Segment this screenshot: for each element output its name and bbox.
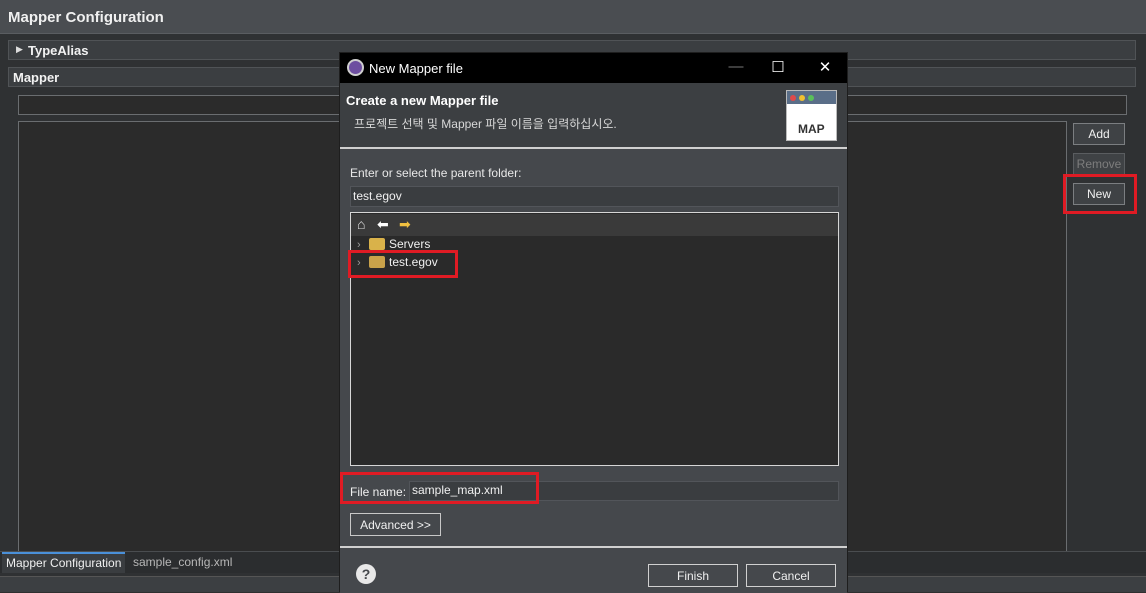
back-arrow-icon[interactable]: ⬅ xyxy=(377,216,389,233)
typealias-label: TypeAlias xyxy=(28,43,89,58)
dot-red xyxy=(790,95,796,101)
tree-item-label: Servers xyxy=(389,237,431,251)
dot-green xyxy=(808,95,814,101)
cancel-button[interactable]: Cancel xyxy=(746,564,836,587)
parent-folder-label: Enter or select the parent folder: xyxy=(350,166,522,180)
highlight-box xyxy=(340,472,539,504)
tree-toolbar: ⌂ ⬅ ➡ xyxy=(351,214,838,236)
tab-sample-config[interactable]: sample_config.xml xyxy=(133,555,232,569)
highlight-box xyxy=(348,250,458,278)
banner-description: 프로젝트 선택 및 Mapper 파일 이름을 입력하십시오. xyxy=(354,117,617,131)
banner-title: Create a new Mapper file xyxy=(346,93,499,108)
finish-button[interactable]: Finish xyxy=(648,564,738,587)
map-icon: MAP xyxy=(786,90,837,141)
home-icon[interactable]: ⌂ xyxy=(357,216,365,232)
map-icon-label: MAP xyxy=(798,122,825,136)
forward-arrow-icon[interactable]: ➡ xyxy=(399,216,411,233)
remove-button[interactable]: Remove xyxy=(1073,153,1125,175)
maximize-icon[interactable]: ☐ xyxy=(768,58,788,76)
gear-icon xyxy=(347,59,364,76)
highlight-box xyxy=(1063,174,1137,214)
map-icon-header xyxy=(787,91,836,104)
parent-folder-input[interactable]: test.egov xyxy=(350,186,839,207)
dialog-titlebar[interactable]: New Mapper file — ☐ ✕ xyxy=(340,53,847,83)
help-icon[interactable]: ? xyxy=(356,564,376,584)
add-button[interactable]: Add xyxy=(1073,123,1125,145)
folder-icon xyxy=(369,237,385,250)
dot-yellow xyxy=(799,95,805,101)
close-icon[interactable]: ✕ xyxy=(815,58,835,76)
dialog-footer: ? Finish Cancel xyxy=(340,546,847,593)
new-mapper-dialog: New Mapper file — ☐ ✕ Create a new Mappe… xyxy=(339,52,848,593)
page-title: Mapper Configuration xyxy=(8,9,164,26)
dialog-title: New Mapper file xyxy=(369,61,463,76)
advanced-button[interactable]: Advanced >> xyxy=(350,513,441,536)
tab-mapper-configuration[interactable]: Mapper Configuration xyxy=(2,552,126,573)
triangle-right-icon: ▶ xyxy=(16,44,23,54)
minimize-icon[interactable]: — xyxy=(726,58,746,75)
mapper-label: Mapper xyxy=(13,70,60,85)
editor-header: Mapper Configuration xyxy=(0,0,1146,34)
